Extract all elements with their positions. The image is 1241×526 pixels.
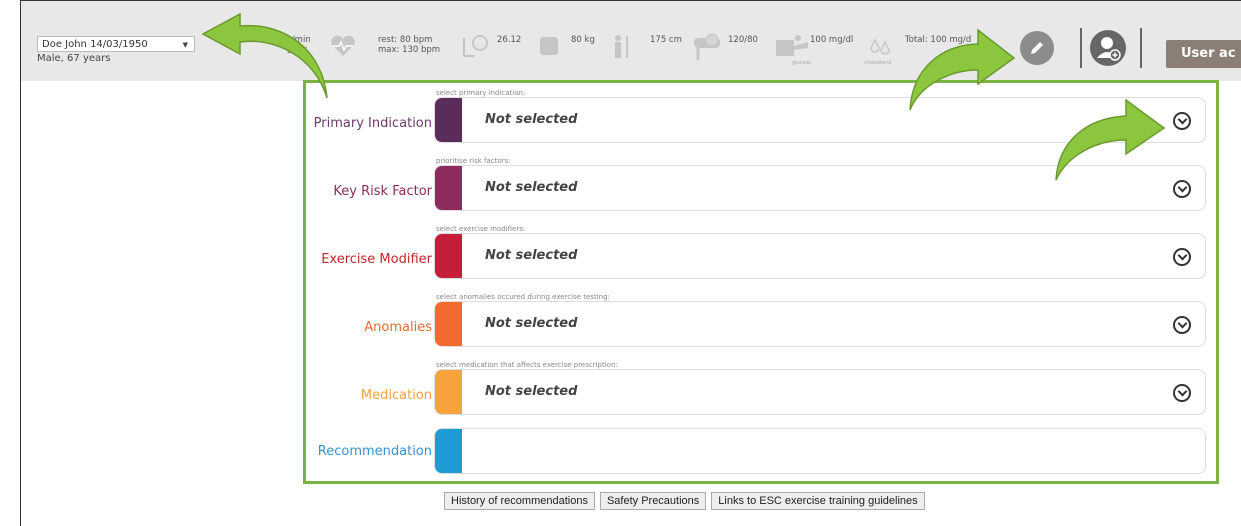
patient-summary: Male, 67 years <box>37 53 111 64</box>
row-hint: select medication that affects exercise … <box>436 361 618 369</box>
row-label: Primary Indication <box>313 116 432 131</box>
anomalies-select[interactable]: Not selected <box>434 301 1206 347</box>
separator <box>1140 28 1142 68</box>
color-bar <box>435 429 462 473</box>
patient-select[interactable]: Doe John 14/03/1950 ▼ <box>37 36 195 52</box>
separator <box>1080 28 1082 68</box>
blood-pressure-icon <box>694 33 720 60</box>
chevron-down-icon[interactable] <box>1173 248 1191 266</box>
medication-select[interactable]: Not selected <box>434 369 1206 415</box>
footer-buttons: History of recommendations Safety Precau… <box>444 492 925 510</box>
chevron-down-icon[interactable] <box>1173 316 1191 334</box>
bmi-icon <box>463 35 488 57</box>
patient-select-value: Doe John 14/03/1950 <box>42 39 148 50</box>
annotation-arrow-edit <box>909 28 1016 111</box>
row-value: Not selected <box>485 384 578 399</box>
bmi-value: 26.12 <box>497 35 522 45</box>
heart-rate-rest: rest: 80 bpm <box>378 35 433 45</box>
chevron-down-icon[interactable] <box>1173 384 1191 402</box>
cholesterol-label: cholesterol <box>864 60 892 66</box>
add-doctor-button[interactable] <box>1090 30 1126 66</box>
glucose-value: 100 mg/dl <box>810 35 854 45</box>
chevron-down-icon[interactable] <box>1173 180 1191 198</box>
row-label: Anomalies <box>364 320 432 335</box>
row-value: Not selected <box>485 112 578 127</box>
blood-pressure-value: 120/80 <box>728 35 758 45</box>
row-hint: select primary indication: <box>436 89 526 97</box>
weight-value: 80 kg <box>571 35 595 45</box>
color-bar <box>435 98 462 142</box>
color-bar <box>435 166 462 210</box>
edit-button[interactable] <box>1020 31 1054 65</box>
row-value: Not selected <box>485 180 578 195</box>
esc-guidelines-button[interactable]: Links to ESC exercise training guideline… <box>711 492 925 510</box>
row-hint: select exercise modifiers: <box>436 225 526 233</box>
dropdown-arrow-icon: ▼ <box>182 41 188 49</box>
color-bar <box>435 302 462 346</box>
cholesterol-icon <box>870 38 890 55</box>
history-button[interactable]: History of recommendations <box>444 492 595 510</box>
scale-icon <box>540 37 558 55</box>
row-label: Exercise Modifier <box>321 252 432 267</box>
row-label: Recommendation <box>317 444 432 459</box>
annotation-arrow-chevron <box>1055 98 1166 181</box>
safety-precautions-button[interactable]: Safety Precautions <box>599 492 707 510</box>
chevron-down-icon[interactable] <box>1173 112 1191 130</box>
height-value: 175 cm <box>650 35 682 45</box>
pencil-icon <box>1031 42 1043 54</box>
heart-rate-max: max: 130 bpm <box>378 45 441 55</box>
row-label: Key Risk Factor <box>333 184 432 199</box>
row-label: Medication <box>360 388 432 403</box>
glucose-label: glucose <box>792 60 812 66</box>
row-hint: prioritise risk factors: <box>436 157 511 165</box>
annotation-arrow-left <box>201 12 328 99</box>
user-account-button[interactable]: User ac <box>1166 40 1241 68</box>
doctor-add-icon <box>1097 37 1121 61</box>
row-value: Not selected <box>485 316 578 331</box>
glucose-icon <box>776 35 808 56</box>
exercise-modifier-select[interactable]: Not selected <box>434 233 1206 279</box>
color-bar <box>435 234 462 278</box>
height-icon <box>615 35 628 58</box>
row-hint: select anomalies occured during exercise… <box>436 293 610 301</box>
color-bar <box>435 370 462 414</box>
recommendation-box[interactable] <box>434 428 1206 474</box>
row-value: Not selected <box>485 248 578 263</box>
